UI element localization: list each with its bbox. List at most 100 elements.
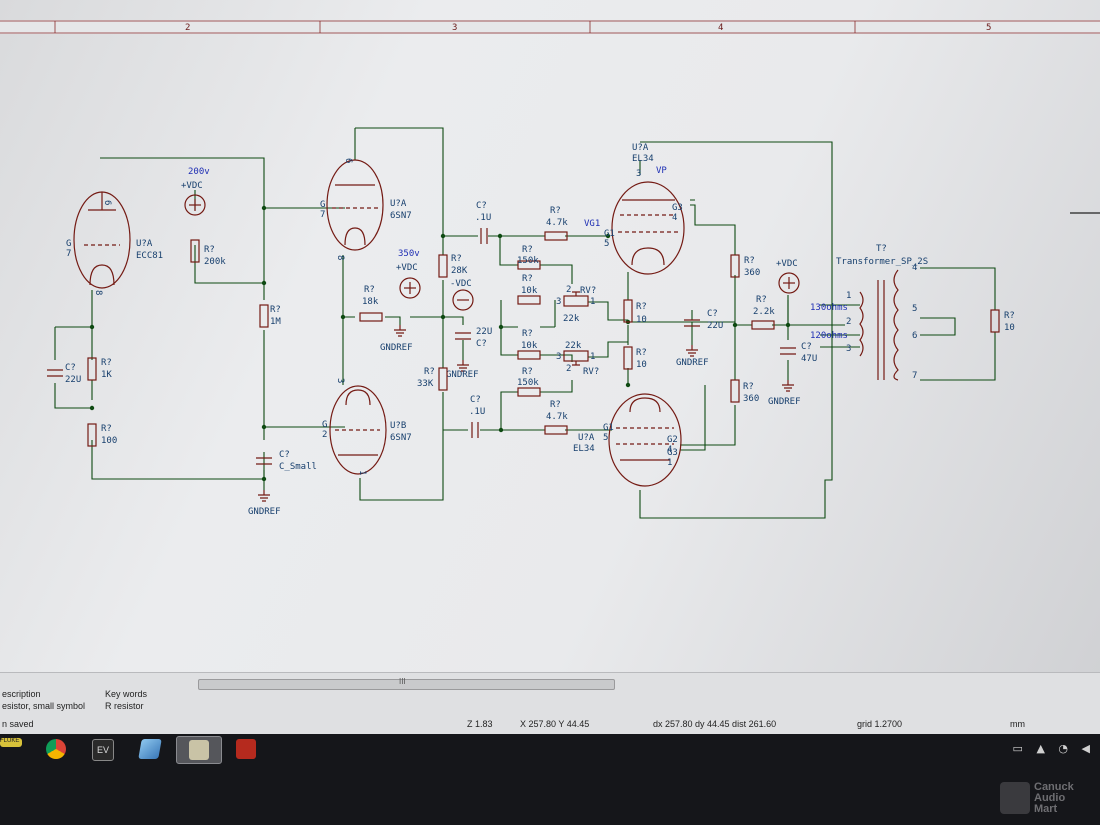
system-tray[interactable]: ▭ ▲ ◔ ◀ xyxy=(1003,742,1090,755)
label-gndref-5: GNDREF xyxy=(768,397,801,407)
c-22u-1-value: 22U xyxy=(65,375,81,385)
ev-icon: EV xyxy=(92,739,114,761)
tube1-value: ECC81 xyxy=(136,251,163,261)
frame-ruler: 2 3 4 5 xyxy=(0,20,1100,34)
acrobat-icon xyxy=(236,739,256,759)
r-1m-ref: R? xyxy=(270,305,281,315)
wifi-icon[interactable]: ◔ xyxy=(1058,742,1068,755)
tube3-grid-pin: G2 xyxy=(322,420,327,440)
tube5-g3-pin: G3 1 xyxy=(667,448,678,468)
rv-2-ref: RV? xyxy=(583,367,599,377)
transformer[interactable] xyxy=(859,269,899,381)
r-4k7-2-value: 4.7k xyxy=(546,412,568,422)
watermark-line-3: Mart xyxy=(1034,803,1058,815)
tray-expand-icon[interactable]: ▲ xyxy=(1036,742,1044,755)
rv-1-value: 22k xyxy=(563,314,580,324)
keywords-label: Key words xyxy=(105,689,148,699)
transformer-pin-7: 7 xyxy=(912,371,917,381)
r-33k-ref: R? xyxy=(424,367,435,377)
ruler-zone-2: 2 xyxy=(185,23,190,33)
label-120ohms: 120ohms xyxy=(810,331,848,341)
pot2-pin-3: 3 xyxy=(556,352,561,362)
eeschema-window: 2 3 4 5 6 G 7 8 U?A ECC81 6 G 7 8 U?A 6S… xyxy=(0,0,1100,734)
r-150k-2-value: 150k xyxy=(517,378,539,388)
tube3-ref: U?B xyxy=(390,421,406,431)
r-10-2-value: 10 xyxy=(636,360,647,370)
c-47u-ref: C? xyxy=(801,342,812,352)
tube3-cathode-pin: 1 xyxy=(357,470,367,475)
taskbar-ev[interactable]: EV xyxy=(84,736,120,762)
r-10-2-ref: R? xyxy=(636,348,647,358)
volume-icon[interactable]: ◀ xyxy=(1082,742,1090,755)
r-360-1-value: 360 xyxy=(744,268,760,278)
description-value: esistor, small symbol xyxy=(2,701,86,711)
transformer-pin-1: 1 xyxy=(846,291,851,301)
transformer-pin-2: 2 xyxy=(846,317,851,327)
transformer-pin-3: 3 xyxy=(846,344,851,354)
tube-el34-top[interactable]: U?A EL34 3 G1 5 G3 4 xyxy=(604,143,685,275)
c-01u-2-value: .1U xyxy=(469,407,485,417)
transformer-ref: T? xyxy=(876,244,887,254)
tube-ecc81[interactable]: 6 G7 8 U?A ECC81 xyxy=(66,191,163,295)
r-100-ref: R? xyxy=(101,424,112,434)
taskbar-fluke[interactable]: FLUKE xyxy=(0,736,36,762)
transformer-pin-6: 6 xyxy=(912,331,917,341)
horizontal-scrollbar[interactable]: III xyxy=(198,677,615,690)
power-negative[interactable]: -VDC xyxy=(450,279,474,311)
r-10-load-value: 10 xyxy=(1004,323,1015,333)
r-10k-1-value: 10k xyxy=(521,286,538,296)
tube3-value: 6SN7 xyxy=(390,433,412,443)
r-360-2-ref: R? xyxy=(743,382,754,392)
c-01u-2-ref: C? xyxy=(470,395,481,405)
chrome-icon xyxy=(46,739,66,759)
power-output[interactable]: +VDC xyxy=(776,259,800,294)
tube5-ref: U?A xyxy=(578,433,595,443)
tube4-ref: U?A xyxy=(632,143,649,153)
ruler-zone-4: 4 xyxy=(718,23,723,33)
description-label: escription xyxy=(2,689,41,699)
label-gndref-3: GNDREF xyxy=(446,370,479,380)
c-22u-3-ref: C? xyxy=(707,309,718,319)
network-icon[interactable]: ▭ xyxy=(1013,742,1023,755)
r-200k-value: 200k xyxy=(204,257,226,267)
r-150k-2-ref: R? xyxy=(522,367,533,377)
blue-app-icon xyxy=(138,739,162,759)
transformer-pin-4: 4 xyxy=(912,263,917,273)
r-18k-ref: R? xyxy=(364,285,375,295)
tube1-grid-pin: G7 xyxy=(66,239,71,259)
label-350v: 350v xyxy=(398,249,420,259)
kicad-icon xyxy=(189,740,209,760)
r-360-1-ref: R? xyxy=(744,256,755,266)
rv-2-value: 22k xyxy=(565,341,582,351)
taskbar-blue-app[interactable] xyxy=(132,736,168,762)
ruler-zone-3: 3 xyxy=(452,23,457,33)
cursor-readout: X 257.80 Y 44.45 xyxy=(520,719,590,729)
tube4-plate-pin: 3 xyxy=(636,169,641,179)
tube-6sn7-a[interactable]: 6 G7 8 U?A 6SN7 xyxy=(320,158,412,260)
c-22u-2-value: 22U xyxy=(476,327,492,337)
tube-el34-bottom[interactable]: U?A EL34 G1 5 G2 4 G3 1 xyxy=(573,393,682,487)
label-gndref-2: GNDREF xyxy=(380,343,413,353)
status-bar: n saved Z 1.83 X 257.80 Y 44.45 dx 257.8… xyxy=(0,718,1100,732)
tube2-ref: U?A xyxy=(390,199,407,209)
label-vdc-2: +VDC xyxy=(396,263,418,273)
c-01u-1-ref: C? xyxy=(476,201,487,211)
rv-1-ref: RV? xyxy=(580,286,596,296)
taskbar-chrome[interactable] xyxy=(38,736,74,762)
c-47u-value: 47U xyxy=(801,354,817,364)
r-4k7-2-ref: R? xyxy=(550,400,561,410)
c-22u-1-ref: C? xyxy=(65,363,76,373)
label-vg1: VG1 xyxy=(584,219,600,229)
taskbar-acrobat[interactable] xyxy=(228,736,264,762)
transformer-pin-5: 5 xyxy=(912,304,917,314)
taskbar: FLUKE EV ▭ ▲ ◔ ◀ Canuck Audio Mart xyxy=(0,734,1100,825)
tube2-plate-pin: 6 xyxy=(343,158,353,163)
pot1-pin-3: 3 xyxy=(556,297,561,307)
taskbar-kicad[interactable] xyxy=(176,736,222,764)
c-22u-3-value: 22U xyxy=(707,321,723,331)
schematic-canvas[interactable]: 6 G7 8 U?A ECC81 6 G7 8 U?A 6SN7 3 G2 1 … xyxy=(0,34,1100,668)
r-2k2-value: 2.2k xyxy=(753,307,775,317)
r-1m-value: 1M xyxy=(270,317,281,327)
power-350v[interactable]: 350v +VDC xyxy=(396,249,421,299)
canuck-logo-icon xyxy=(1000,782,1030,814)
